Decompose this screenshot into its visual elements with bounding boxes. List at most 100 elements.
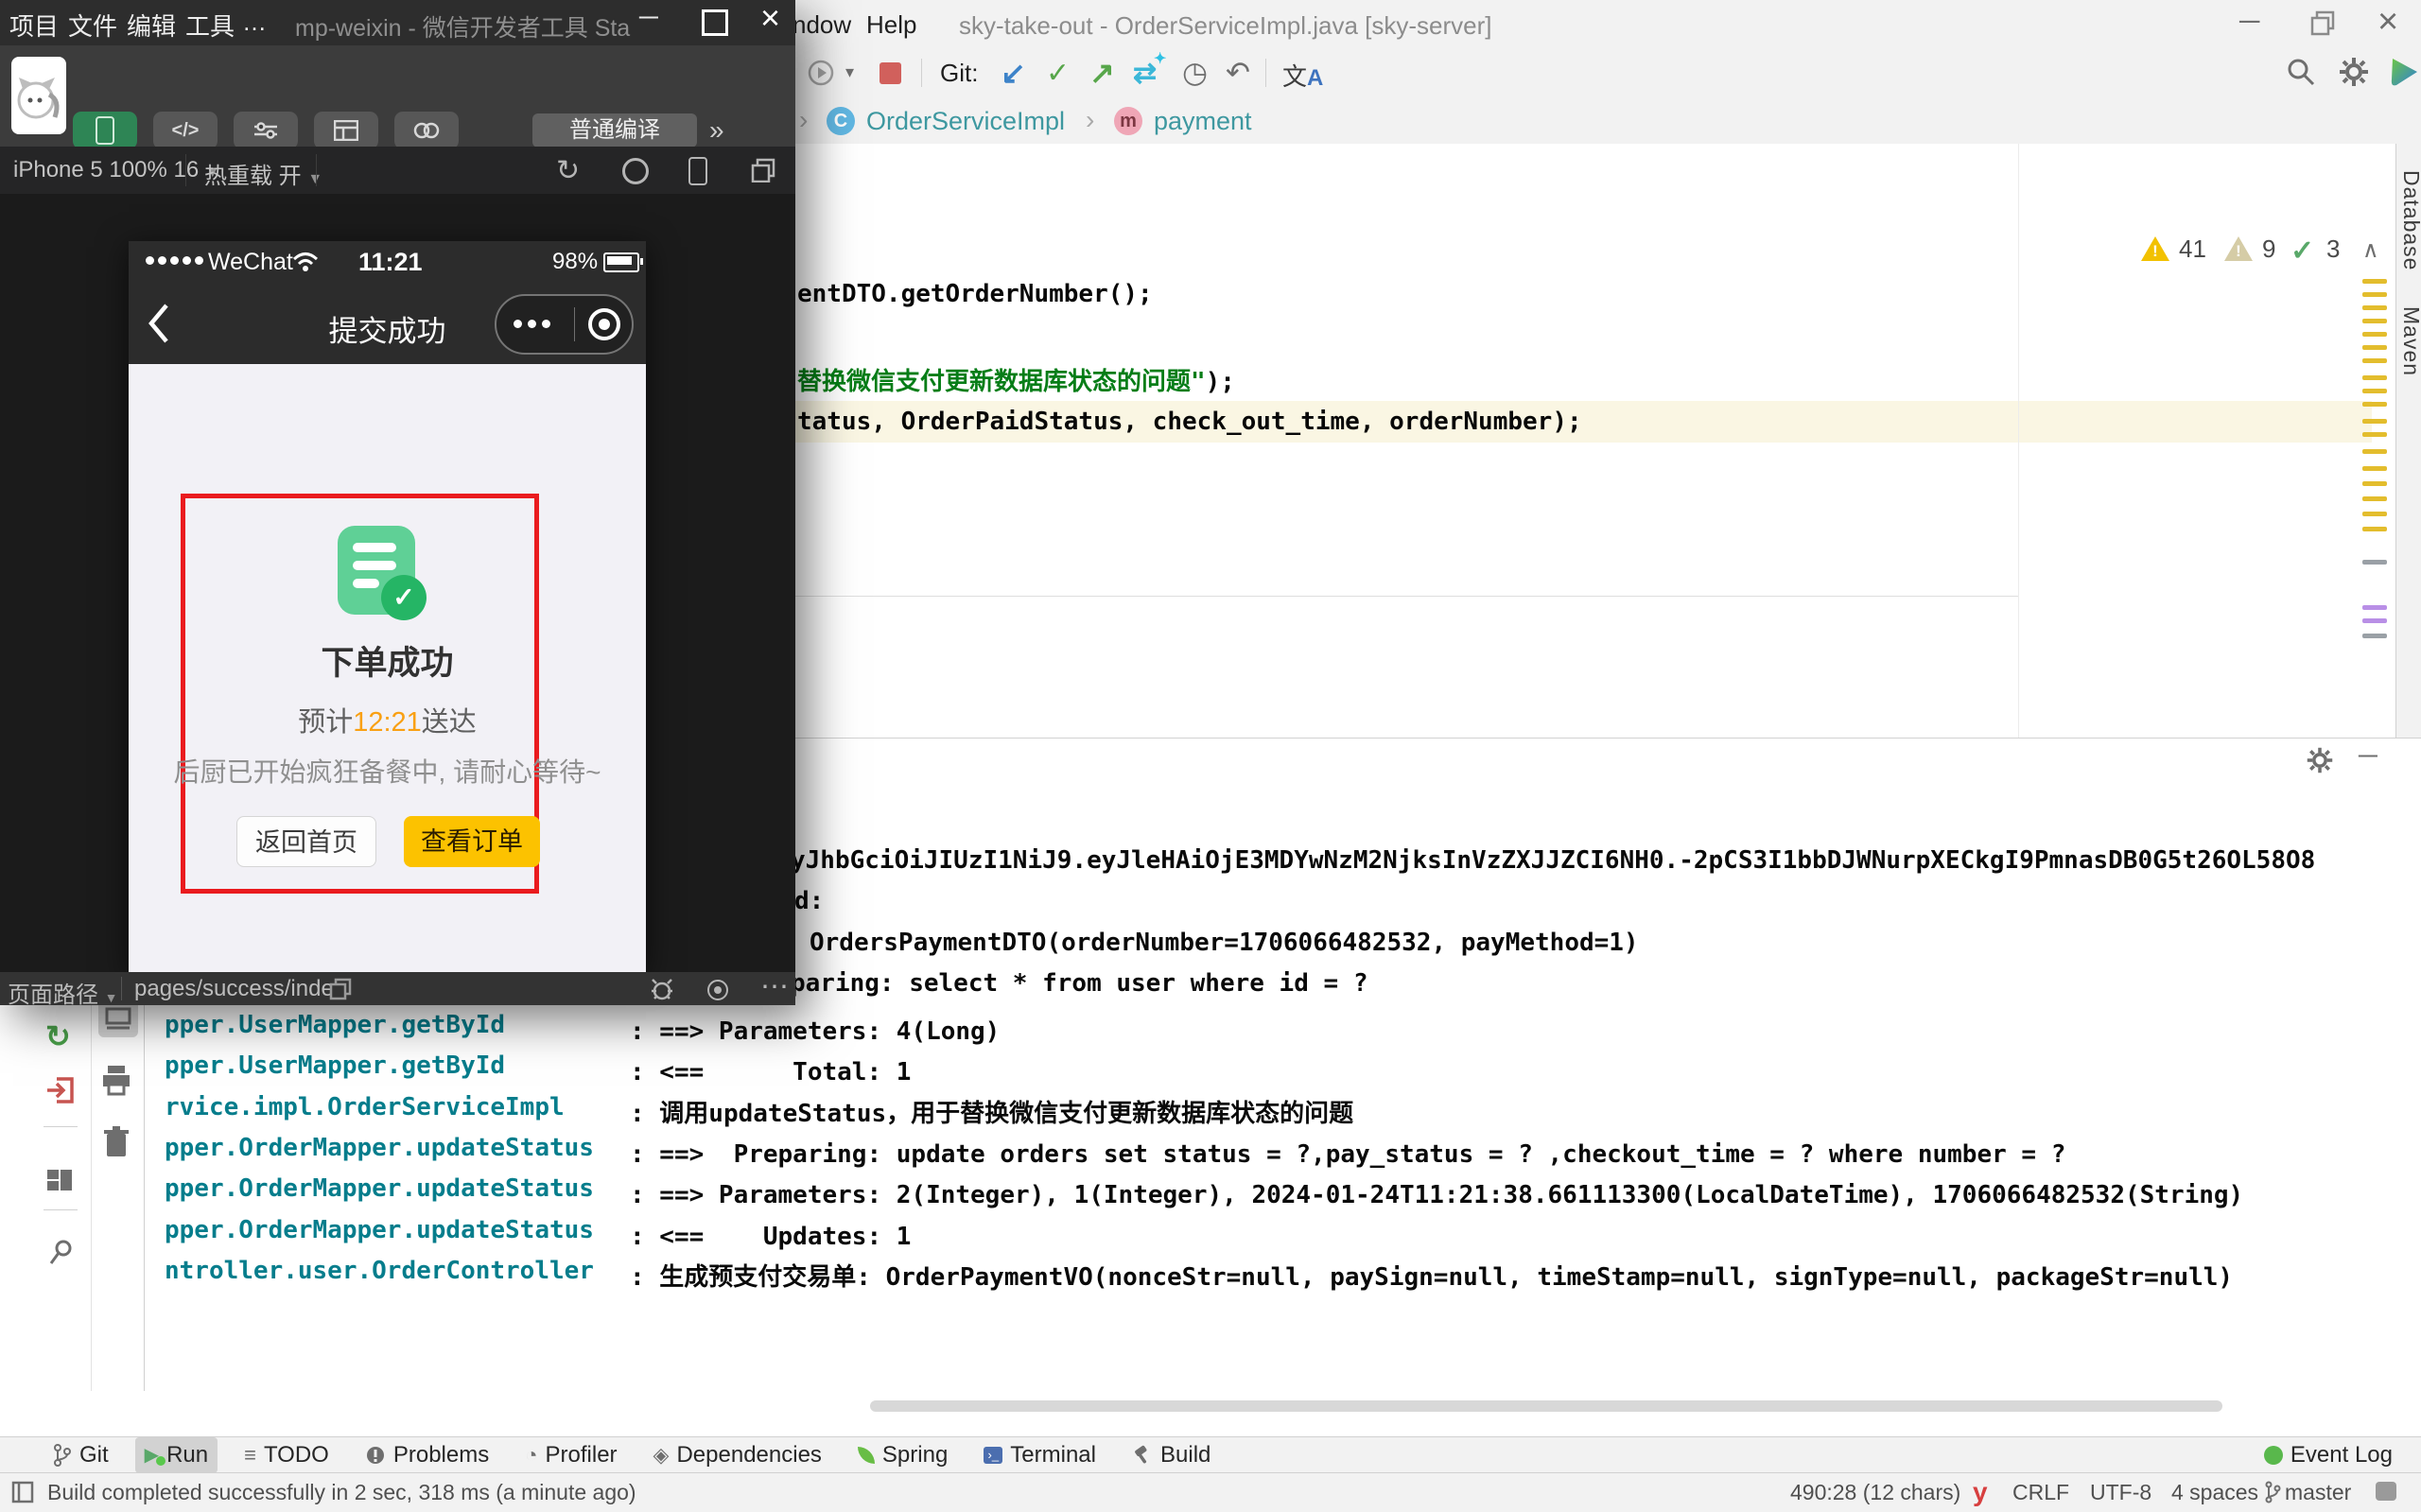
- git-update-icon[interactable]: ↙: [1001, 55, 1026, 91]
- devtools-close-button[interactable]: ×: [760, 0, 780, 38]
- translate-icon[interactable]: 文A: [1282, 58, 1323, 93]
- menu-help[interactable]: Help: [866, 10, 916, 40]
- page-path-label[interactable]: 页面路径 ▼: [8, 976, 118, 1009]
- tab-label: Spring: [882, 1442, 948, 1469]
- pin-icon[interactable]: [47, 1238, 76, 1271]
- search-icon[interactable]: [2285, 56, 2317, 93]
- tab-dependencies[interactable]: ◈Dependencies: [644, 1437, 831, 1473]
- dependencies-icon: ◈: [653, 1443, 670, 1468]
- caret-position[interactable]: 490:28 (12 chars): [1790, 1480, 1960, 1505]
- signal-dots-icon: [146, 256, 203, 265]
- git-commit-icon[interactable]: ✓: [1046, 57, 1070, 90]
- order-success-title: 下单成功: [129, 636, 646, 685]
- chevron-down-icon: ▼: [105, 990, 118, 1005]
- exit-target-icon[interactable]: [588, 308, 620, 340]
- prev-problem-icon[interactable]: ∧: [2362, 236, 2379, 264]
- view-order-button[interactable]: 查看订单: [404, 816, 540, 867]
- tab-todo[interactable]: ≡TODO: [235, 1437, 339, 1473]
- console-horizontal-scrollbar[interactable]: [870, 1400, 2222, 1412]
- tool-stripe-database[interactable]: Database: [2398, 170, 2421, 270]
- simulator-button[interactable]: [73, 112, 137, 149]
- event-log-button[interactable]: Event Log: [2255, 1437, 2402, 1473]
- phone-screen: WeChat 11:21 98% 提交成功: [129, 241, 646, 972]
- more-dots-icon[interactable]: [514, 320, 550, 328]
- idea-restore-button[interactable]: [2309, 9, 2338, 43]
- hide-tool-window-icon[interactable]: ─: [2359, 740, 2377, 771]
- tab-build[interactable]: Build: [1123, 1437, 1220, 1473]
- devtools-window: 项目 文件 编辑 工具 … mp-weixin - 微信开发者工具 Sta ─ …: [0, 0, 795, 1005]
- menu-project[interactable]: 项目: [9, 8, 59, 43]
- page-path-bar: 页面路径 ▼ pages/success/index ⋯: [0, 972, 795, 1005]
- debugger-button[interactable]: [234, 112, 298, 149]
- vconsole-bug-icon[interactable]: [649, 976, 675, 1007]
- menu-tools[interactable]: 工具: [185, 8, 235, 43]
- tool-stripe-maven[interactable]: Maven: [2398, 306, 2421, 376]
- status-bar: Build completed successfully in 2 sec, 3…: [0, 1472, 2421, 1512]
- run-settings-gear-icon[interactable]: [2306, 746, 2334, 779]
- status-widget-icon[interactable]: [2376, 1482, 2396, 1501]
- hot-reload-selector[interactable]: 热重载 开 ▼: [204, 157, 322, 190]
- devtools-restore-button[interactable]: [702, 9, 728, 36]
- device-selector[interactable]: iPhone 5 100% 16 ▼: [13, 157, 220, 183]
- editor-button[interactable]: </>: [153, 112, 218, 149]
- tab-profiler[interactable]: ◔Profiler: [515, 1437, 626, 1473]
- print-icon[interactable]: [100, 1064, 132, 1101]
- back-home-button[interactable]: 返回首页: [236, 816, 376, 867]
- run-config-dropdown-icon[interactable]: ▾: [845, 62, 854, 82]
- tab-spring[interactable]: Spring: [848, 1437, 957, 1473]
- breadcrumb-method[interactable]: payment: [1154, 107, 1252, 136]
- multi-window-icon[interactable]: [751, 158, 775, 187]
- run-configuration-icon[interactable]: [806, 58, 836, 93]
- stop-button[interactable]: [880, 62, 901, 84]
- git-sync-icon[interactable]: ⇄✦: [1133, 57, 1157, 90]
- git-branch-widget[interactable]: master: [2285, 1480, 2351, 1505]
- more-options-icon[interactable]: ⋯: [760, 970, 789, 1003]
- logger-name: pper.UserMapper.getById: [165, 1051, 630, 1080]
- tool-window-bar: Git ▶ Run ≡TODO Problems ◔Profiler ◈Depe…: [0, 1436, 2421, 1472]
- visualization-button[interactable]: [314, 112, 378, 149]
- devtools-window-title: mp-weixin - 微信开发者工具 Sta: [295, 9, 631, 43]
- record-icon[interactable]: [622, 158, 649, 184]
- ok-check-icon: ✓: [2290, 235, 2314, 268]
- exit-icon[interactable]: [45, 1075, 76, 1110]
- layout-icon[interactable]: [45, 1166, 74, 1199]
- menu-more[interactable]: …: [242, 8, 267, 37]
- menu-edit[interactable]: 编辑: [127, 8, 176, 43]
- rollback-icon[interactable]: ↶: [1226, 56, 1250, 90]
- copy-path-icon[interactable]: [329, 978, 352, 1005]
- plugin-logo-icon[interactable]: [2387, 55, 2421, 94]
- clear-console-icon[interactable]: [102, 1126, 131, 1163]
- refresh-icon[interactable]: ↻: [556, 154, 580, 187]
- rerun-icon[interactable]: ↻: [45, 1018, 71, 1054]
- page-path-value: pages/success/index: [134, 976, 345, 1002]
- device-preview-icon[interactable]: [688, 157, 707, 185]
- cloud-dev-button[interactable]: [394, 112, 459, 149]
- history-icon[interactable]: ◷: [1182, 56, 1208, 90]
- tab-terminal[interactable]: ›_Terminal: [974, 1437, 1106, 1473]
- idea-close-button[interactable]: ×: [2377, 2, 2398, 43]
- menu-window[interactable]: ndow: [792, 10, 851, 40]
- idea-minimize-button[interactable]: ─: [2239, 6, 2259, 38]
- toolwindow-switcher-icon[interactable]: [11, 1481, 34, 1508]
- toolbar-more-button[interactable]: »: [709, 115, 724, 146]
- visualization-icon: [334, 120, 358, 141]
- line-ending-widget[interactable]: CRLF: [2012, 1480, 2069, 1505]
- profiler-icon: ◔: [525, 1443, 537, 1468]
- breadcrumb-class[interactable]: OrderServiceImpl: [866, 107, 1065, 136]
- encoding-widget[interactable]: UTF-8: [2090, 1480, 2151, 1505]
- indent-widget[interactable]: 4 spaces: [2171, 1480, 2258, 1505]
- settings-gear-icon[interactable]: [2338, 56, 2370, 93]
- tab-run[interactable]: ▶ Run: [135, 1437, 218, 1473]
- tab-problems[interactable]: Problems: [356, 1437, 498, 1473]
- git-push-icon[interactable]: ↗: [1089, 55, 1115, 91]
- menu-file[interactable]: 文件: [68, 8, 117, 43]
- preview-eye-icon[interactable]: [707, 980, 728, 1000]
- yourkit-icon[interactable]: y: [1973, 1477, 1988, 1507]
- compile-mode-dropdown[interactable]: 普通编译: [532, 113, 697, 148]
- tab-git[interactable]: Git: [44, 1437, 118, 1473]
- battery-percent: 98%: [552, 249, 598, 275]
- console-line-dto: OrdersPaymentDTO(orderNumber=17060664825…: [810, 929, 1639, 957]
- devtools-minimize-button[interactable]: ─: [639, 2, 658, 32]
- avatar[interactable]: [11, 57, 66, 134]
- console-line-preparing: paring: select * from user where id = ?: [791, 969, 1367, 998]
